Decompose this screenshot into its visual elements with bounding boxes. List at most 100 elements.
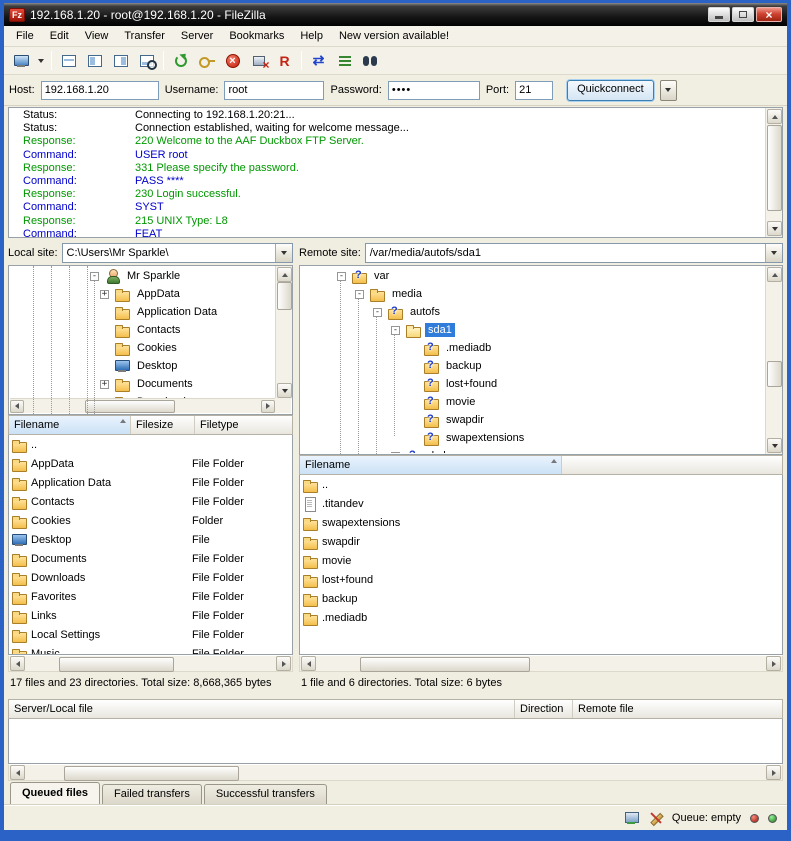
- tree-item[interactable]: Application Data: [10, 303, 274, 321]
- log-scrollbar[interactable]: [765, 108, 782, 237]
- file-row[interactable]: .mediadb: [300, 608, 782, 627]
- file-row[interactable]: Downloads File Folder: [9, 568, 292, 587]
- remote-list-hscrollbar[interactable]: [299, 655, 783, 672]
- menu-item[interactable]: Transfer: [116, 27, 173, 45]
- tree-expander-icon[interactable]: -: [90, 272, 99, 281]
- column-header-filesize[interactable]: Filesize: [131, 416, 195, 434]
- tree-item[interactable]: + dvd: [301, 447, 764, 453]
- menu-item[interactable]: View: [77, 27, 117, 45]
- tree-expander-icon[interactable]: -: [337, 272, 346, 281]
- tree-item[interactable]: swapextensions: [301, 429, 764, 447]
- local-tree-hscrollbar[interactable]: [10, 398, 275, 413]
- tree-expander-icon[interactable]: +: [391, 452, 400, 454]
- remote-tree-vscrollbar[interactable]: [765, 266, 782, 454]
- tree-item[interactable]: .mediadb: [301, 339, 764, 357]
- scroll-left-button[interactable]: [10, 765, 25, 780]
- scroll-down-button[interactable]: [277, 383, 292, 398]
- scroll-left-button[interactable]: [10, 400, 24, 413]
- host-input[interactable]: [41, 81, 159, 100]
- file-row[interactable]: ..: [9, 435, 292, 454]
- column-header-direction[interactable]: Direction: [515, 700, 573, 718]
- toggle-queue-button[interactable]: [134, 49, 159, 72]
- cancel-operation-button[interactable]: [220, 49, 245, 72]
- password-input[interactable]: [388, 81, 480, 100]
- file-row[interactable]: ..: [300, 475, 782, 494]
- tree-expander-icon[interactable]: +: [100, 290, 109, 299]
- scroll-up-button[interactable]: [767, 267, 782, 282]
- scroll-right-button[interactable]: [276, 656, 291, 671]
- tree-expander-icon[interactable]: -: [355, 290, 364, 299]
- tree-expander-icon[interactable]: -: [391, 326, 400, 335]
- toggle-message-log-button[interactable]: [56, 49, 81, 72]
- toggle-remote-tree-button[interactable]: [108, 49, 133, 72]
- local-list-hscrollbar[interactable]: [8, 655, 293, 672]
- file-row[interactable]: Local Settings File Folder: [9, 625, 292, 644]
- scrollbar-thumb[interactable]: [360, 657, 530, 672]
- port-input[interactable]: [515, 81, 553, 100]
- quickconnect-dropdown[interactable]: [660, 80, 677, 101]
- column-header-remote-file[interactable]: Remote file: [573, 700, 782, 718]
- remote-site-combo[interactable]: /var/media/autofs/sda1: [365, 243, 783, 263]
- tab-failed-transfers[interactable]: Failed transfers: [102, 784, 202, 804]
- menu-item[interactable]: Bookmarks: [221, 27, 292, 45]
- tree-item[interactable]: + AppData: [10, 285, 274, 303]
- menu-item[interactable]: Server: [173, 27, 221, 45]
- tree-item[interactable]: Contacts: [10, 321, 274, 339]
- file-row[interactable]: Desktop File: [9, 530, 292, 549]
- toggle-local-tree-button[interactable]: [82, 49, 107, 72]
- reconnect-button[interactable]: [272, 49, 297, 72]
- column-header-server-local-file[interactable]: Server/Local file: [9, 700, 515, 718]
- tree-item[interactable]: backup: [301, 357, 764, 375]
- file-row[interactable]: Contacts File Folder: [9, 492, 292, 511]
- filter-button[interactable]: [194, 49, 219, 72]
- file-row[interactable]: backup: [300, 589, 782, 608]
- scrollbar-thumb[interactable]: [767, 125, 782, 211]
- file-row[interactable]: Music File Folder: [9, 644, 292, 655]
- column-header-filetype[interactable]: Filetype: [195, 416, 292, 434]
- scroll-right-button[interactable]: [766, 765, 781, 780]
- scrollbar-thumb[interactable]: [767, 361, 782, 387]
- file-row[interactable]: .titandev: [300, 494, 782, 513]
- file-row[interactable]: movie: [300, 551, 782, 570]
- maximize-button[interactable]: [732, 7, 754, 22]
- file-row[interactable]: lost+found: [300, 570, 782, 589]
- username-input[interactable]: [224, 81, 324, 100]
- tree-item[interactable]: - autofs: [301, 303, 764, 321]
- local-site-dropdown[interactable]: [275, 244, 292, 262]
- site-manager-button[interactable]: [8, 49, 33, 72]
- scrollbar-thumb[interactable]: [85, 400, 175, 413]
- tree-item[interactable]: - Mr Sparkle: [10, 267, 274, 285]
- remote-site-dropdown[interactable]: [765, 244, 782, 262]
- scroll-down-button[interactable]: [767, 438, 782, 453]
- tree-item[interactable]: Cookies: [10, 339, 274, 357]
- column-header-filename[interactable]: Filename: [300, 456, 562, 474]
- tree-item[interactable]: movie: [301, 393, 764, 411]
- disconnect-button[interactable]: [246, 49, 271, 72]
- local-site-combo[interactable]: C:\Users\Mr Sparkle\: [62, 243, 293, 263]
- close-button[interactable]: [756, 7, 782, 22]
- scrollbar-thumb[interactable]: [59, 657, 174, 672]
- synchronized-browsing-button[interactable]: [332, 49, 357, 72]
- tab-queued-files[interactable]: Queued files: [10, 782, 100, 804]
- scrollbar-thumb[interactable]: [64, 766, 239, 781]
- refresh-button[interactable]: [168, 49, 193, 72]
- tree-item[interactable]: - media: [301, 285, 764, 303]
- scroll-left-button[interactable]: [10, 656, 25, 671]
- file-row[interactable]: Documents File Folder: [9, 549, 292, 568]
- tree-item[interactable]: swapdir: [301, 411, 764, 429]
- menu-item[interactable]: File: [8, 27, 42, 45]
- tree-item[interactable]: - var: [301, 267, 764, 285]
- tree-item[interactable]: + Documents: [10, 375, 274, 393]
- file-row[interactable]: Cookies Folder: [9, 511, 292, 530]
- site-manager-dropdown[interactable]: [34, 49, 47, 72]
- scroll-down-button[interactable]: [767, 221, 782, 236]
- menu-item[interactable]: Edit: [42, 27, 77, 45]
- local-tree-vscrollbar[interactable]: [275, 266, 292, 399]
- tab-successful-transfers[interactable]: Successful transfers: [204, 784, 327, 804]
- file-row[interactable]: swapextensions: [300, 513, 782, 532]
- tree-item[interactable]: - sda1: [301, 321, 764, 339]
- file-row[interactable]: swapdir: [300, 532, 782, 551]
- minimize-button[interactable]: [708, 7, 730, 22]
- scroll-left-button[interactable]: [301, 656, 316, 671]
- queue-hscrollbar[interactable]: [8, 764, 783, 781]
